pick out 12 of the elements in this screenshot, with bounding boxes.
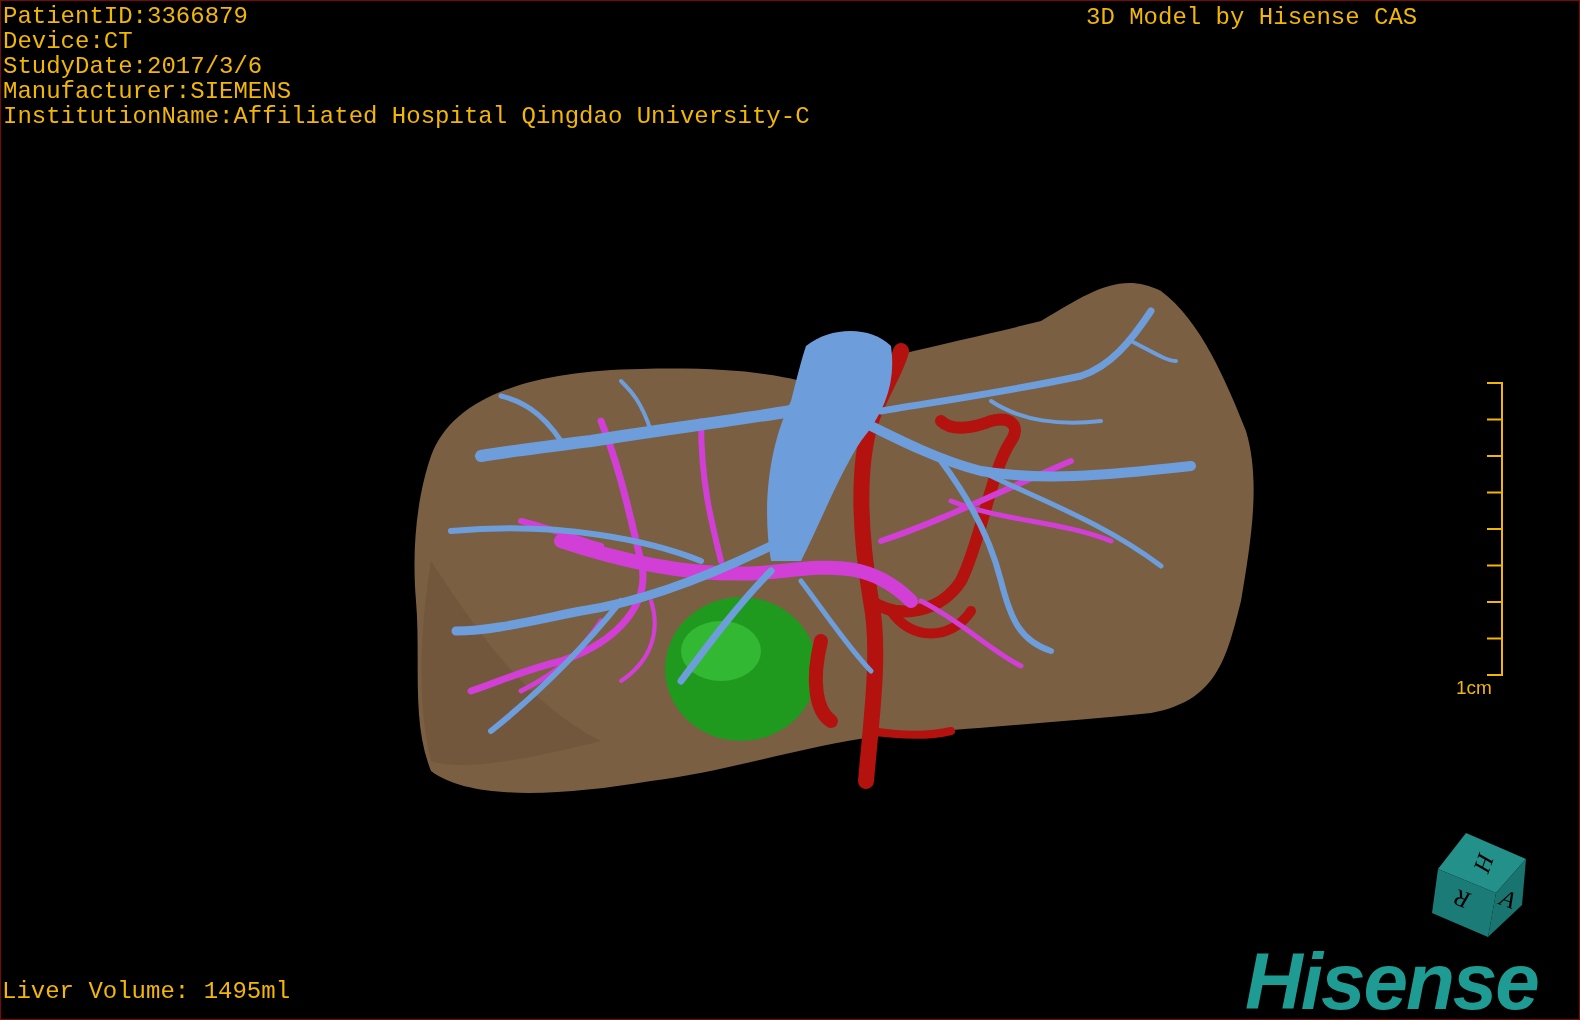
model-credit: 3D Model by Hisense CAS [1086,4,1418,31]
liver-volume: Liver Volume: 1495ml [2,978,291,1005]
info-line: Device:CT [3,29,133,54]
info-line: InstitutionName:Affiliated Hospital Qingdao University-C [3,104,810,129]
info-line: StudyDate:2017/3/6 [3,54,263,79]
logo-text: Hisense [1245,937,1538,1019]
cube-face-letter: R [1450,884,1474,914]
cube-face-letter: H [1468,850,1500,876]
cube-face-letter: A [1496,884,1520,914]
info-line: Manufacturer:SIEMENS [3,79,292,104]
info-line: PatientID:3366879 [3,4,248,29]
scale-label: 1cm [1456,677,1492,698]
